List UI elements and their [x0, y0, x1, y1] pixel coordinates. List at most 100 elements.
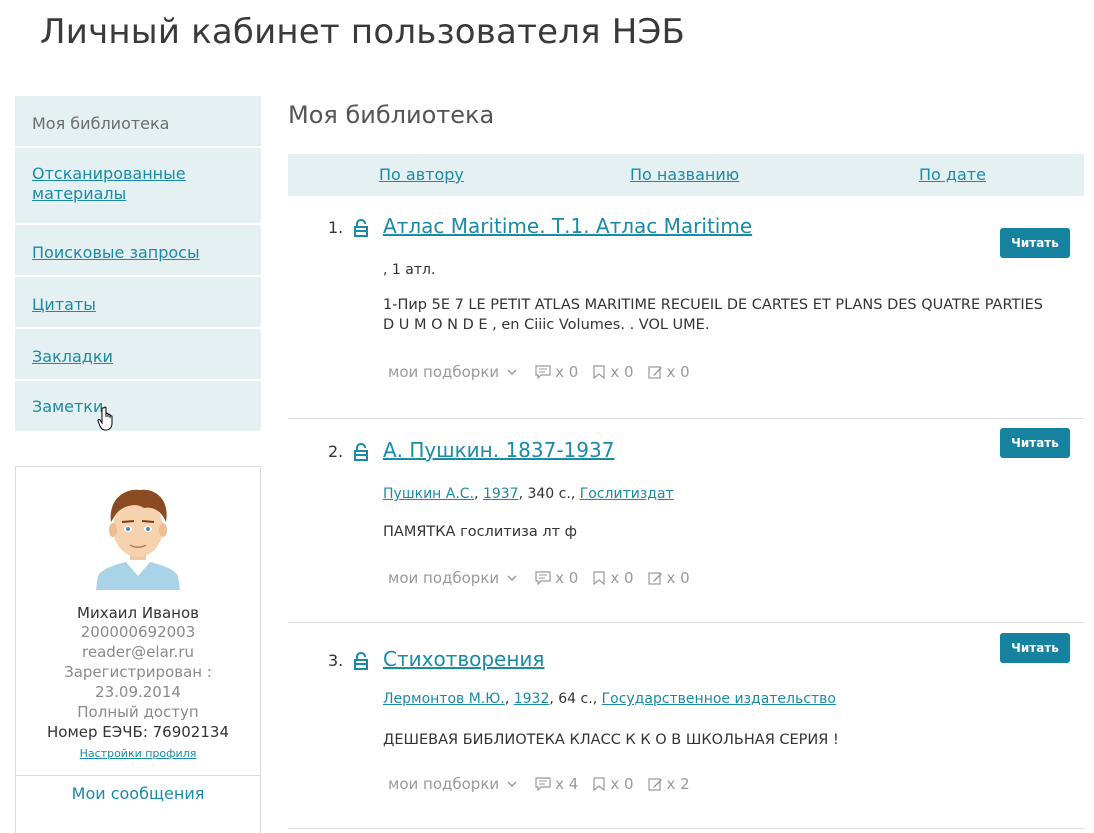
collections-label: мои подборки [388, 569, 500, 587]
bookmarks-count: x 0 [610, 775, 634, 793]
quotes-counter[interactable]: x 0 [535, 363, 578, 381]
notes-counter[interactable]: x 0 [647, 363, 690, 381]
item-number: 1. [328, 218, 344, 237]
profile-settings-link[interactable]: Настройки профиля [80, 747, 197, 760]
bookmark-icon [593, 365, 605, 379]
sort-by-date-link[interactable]: По дате [919, 165, 986, 184]
author-link[interactable]: Лермонтов М.Ю. [383, 691, 505, 707]
profile-registered-label: Зарегистрирован : [64, 663, 212, 681]
chevron-down-icon [507, 781, 517, 787]
main-content: Моя библиотека По автору По названию По … [288, 96, 1084, 829]
sidebar-link-scanned[interactable]: Отсканированные материалы [32, 164, 186, 203]
book-item: 1. Атлас Maritime. Т.1. Атлас Maritime Ч… [288, 208, 1084, 418]
collections-label: мои подборки [388, 775, 500, 793]
quotes-counter[interactable]: x 4 [535, 775, 578, 793]
read-button[interactable]: Читать [1000, 228, 1070, 258]
sort-bar: По автору По названию По дате [288, 154, 1084, 196]
bookmarks-counter[interactable]: x 0 [592, 775, 634, 793]
user-avatar [96, 489, 180, 590]
quote-bubble-icon [535, 777, 551, 791]
profile-name: Михаил Иванов [77, 604, 199, 622]
note-edit-icon [647, 572, 662, 585]
book-title-link[interactable]: Стихотворения [383, 647, 544, 671]
bookmark-icon [593, 571, 605, 585]
sidebar-item-quotes[interactable]: Цитаты [15, 277, 261, 329]
sidebar-item-notes[interactable]: Заметки [15, 381, 261, 433]
sidebar-item-search-queries[interactable]: Поисковые запросы [15, 225, 261, 277]
profile-divider [16, 775, 260, 776]
sidebar-item-label: Моя библиотека [32, 114, 170, 133]
book-description: ПАМЯТКА гослитиза лт ф [383, 524, 578, 540]
collections-label: мои подборки [388, 363, 500, 381]
chevron-down-icon [507, 575, 517, 581]
profile-email: reader@elar.ru [82, 643, 194, 661]
book-title-link[interactable]: А. Пушкин. 1837-1937 [383, 438, 614, 462]
profile-registered-date: 23.09.2014 [95, 683, 181, 701]
item-actions: мои подборки x 4 x 0 x 2 [388, 775, 704, 793]
year-link[interactable]: 1932 [514, 691, 550, 707]
open-lock-icon [354, 443, 368, 461]
profile-access: Полный доступ [77, 703, 199, 721]
book-description: 1-Пир 5Е 7 LE PETIT ATLAS MARITIME RECUE… [383, 297, 1043, 333]
sidebar-item-scanned[interactable]: Отсканированные материалы [15, 148, 261, 225]
notes-count: x 0 [666, 363, 690, 381]
year-link[interactable]: 1937 [483, 486, 519, 502]
notes-counter[interactable]: x 2 [647, 775, 690, 793]
chevron-down-icon [507, 369, 517, 375]
bookmarks-counter[interactable]: x 0 [592, 363, 634, 381]
book-item: 3. Стихотворения Читать Лермонтов М.Ю., … [288, 623, 1084, 828]
publisher-link[interactable]: Гослитиздат [580, 486, 674, 502]
book-item: 2. А. Пушкин. 1837-1937 Читать Пушкин А.… [288, 419, 1084, 622]
page-title: Личный кабинет пользователя НЭБ [40, 12, 686, 52]
sidebar-link-quotes[interactable]: Цитаты [32, 295, 96, 314]
collections-dropdown[interactable]: мои подборки [388, 363, 521, 381]
quote-bubble-icon [535, 571, 551, 585]
pages-text: , 340 с., [518, 486, 580, 502]
sidebar-link-search-queries[interactable]: Поисковые запросы [32, 243, 200, 262]
notes-count: x 2 [666, 775, 690, 793]
quotes-count: x 4 [555, 775, 579, 793]
bookmark-icon [593, 777, 605, 791]
sort-by-title-link[interactable]: По названию [630, 165, 739, 184]
book-meta: Пушкин А.С., 1937, 340 с., Гослитиздат [383, 486, 674, 502]
bookmarks-count: x 0 [610, 363, 634, 381]
book-title-link[interactable]: Атлас Maritime. Т.1. Атлас Maritime [383, 214, 752, 238]
read-button[interactable]: Читать [1000, 428, 1070, 458]
note-edit-icon [647, 366, 662, 379]
profile-card-number: Номер ЕЭЧБ: 76902134 [47, 723, 229, 741]
quotes-count: x 0 [555, 569, 579, 587]
notes-count: x 0 [666, 569, 690, 587]
item-number: 2. [328, 442, 344, 461]
note-edit-icon [647, 778, 662, 791]
bookmarks-counter[interactable]: x 0 [592, 569, 634, 587]
my-messages-link[interactable]: Мои сообщения [16, 784, 260, 803]
item-divider [288, 828, 1084, 829]
publisher-link[interactable]: Государственное издательство [602, 691, 836, 707]
collections-dropdown[interactable]: мои подборки [388, 775, 521, 793]
quotes-counter[interactable]: x 0 [535, 569, 578, 587]
pages-text: , 64 с., [549, 691, 602, 707]
author-link[interactable]: Пушкин А.С. [383, 486, 474, 502]
sidebar-menu: Моя библиотека Отсканированные материалы… [15, 96, 261, 433]
book-meta: Лермонтов М.Ю., 1932, 64 с., Государстве… [383, 691, 836, 707]
item-actions: мои подборки x 0 x 0 x 0 [388, 569, 704, 587]
quote-bubble-icon [535, 365, 551, 379]
sidebar-link-bookmarks[interactable]: Закладки [32, 347, 113, 366]
open-lock-icon [354, 652, 368, 670]
collections-dropdown[interactable]: мои подборки [388, 569, 521, 587]
bookmarks-count: x 0 [610, 569, 634, 587]
sidebar-item-my-library: Моя библиотека [15, 96, 261, 148]
sidebar-item-bookmarks[interactable]: Закладки [15, 329, 261, 381]
book-description: ДЕШЕВАЯ БИБЛИОТЕКА КЛАСС К К О В ШКОЛЬНА… [383, 732, 839, 748]
open-lock-icon [354, 219, 368, 237]
profile-card: Михаил Иванов 200000692003 reader@elar.r… [15, 466, 261, 833]
quotes-count: x 0 [555, 363, 579, 381]
read-button[interactable]: Читать [1000, 633, 1070, 663]
section-title: Моя библиотека [288, 101, 495, 129]
hand-cursor-icon [97, 406, 113, 431]
item-number: 3. [328, 651, 344, 670]
notes-counter[interactable]: x 0 [647, 569, 690, 587]
sort-by-author-link[interactable]: По автору [379, 165, 464, 184]
sidebar-link-notes[interactable]: Заметки [32, 397, 103, 416]
book-meta: , 1 атл. [383, 262, 436, 278]
